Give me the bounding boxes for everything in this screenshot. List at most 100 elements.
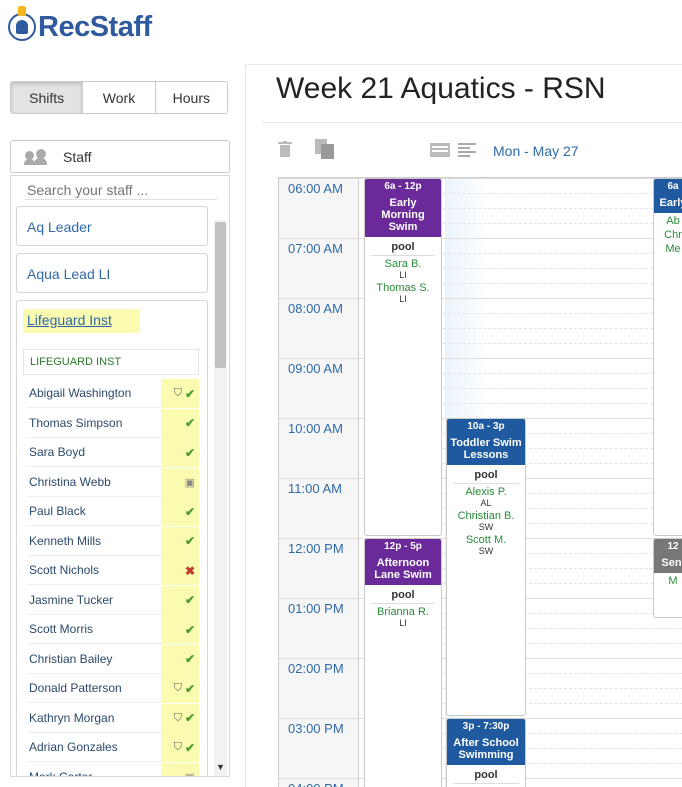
group-aqua-lead-li[interactable]: Aqua Lead LI — [16, 253, 208, 293]
staff-row[interactable]: Scott Nichols ✖ — [27, 556, 199, 585]
staff-row[interactable]: Kathryn Morgan ⛉ ✔ — [27, 703, 199, 733]
group-label: Aqua Lead LI — [27, 266, 111, 282]
time-label: 04:00 PM — [288, 781, 344, 787]
list-view-icon[interactable] — [430, 143, 450, 162]
people-icon — [24, 148, 47, 165]
staff-button[interactable]: Staff — [10, 140, 230, 173]
event-time: 10a - 3p — [447, 419, 525, 434]
status-cell: ▣ — [161, 467, 199, 497]
status-cell: ✔ — [161, 585, 199, 615]
search-input[interactable] — [25, 180, 217, 200]
staff-row[interactable]: Christian Bailey ✔ — [27, 644, 199, 674]
shift-event[interactable]: 3p - 7:30p After School Swimming pool — [446, 718, 526, 787]
staff-row[interactable]: Paul Black ✔ — [27, 497, 199, 526]
assigned-staff[interactable]: Christian B. — [447, 510, 525, 522]
hour-line — [279, 358, 682, 359]
quarter-hour-line — [443, 193, 682, 194]
assigned-staff[interactable]: Thomas S. — [365, 282, 441, 294]
shift-event[interactable]: 6aEarly Ab Chr Me — [653, 178, 682, 536]
staff-name: Jasmine Tucker — [29, 592, 114, 607]
calendar-icon: ▣ — [185, 771, 195, 777]
align-left-icon[interactable] — [458, 143, 478, 162]
staff-row[interactable]: Sara Boyd ✔ — [27, 438, 199, 467]
event-time: 12p - 5p — [365, 539, 441, 554]
event-location: pool — [371, 241, 435, 256]
staff-button-label: Staff — [63, 148, 92, 165]
tab-work[interactable]: Work — [83, 82, 156, 113]
date-label[interactable]: Mon - May 27 — [493, 143, 579, 159]
assigned-staff[interactable]: Ab — [654, 215, 682, 227]
event-name: Early Morning Swim — [365, 194, 441, 237]
half-hour-line — [443, 208, 682, 209]
group-header: LIFEGUARD INST — [23, 349, 199, 375]
staff-row[interactable]: Donald Patterson ⛉ ✔ — [27, 674, 199, 703]
status-cell: ✔ — [161, 526, 199, 556]
time-label: 02:00 PM — [288, 661, 344, 676]
event-name: After School Swimming — [447, 734, 525, 765]
shield-icon: ⛉ — [173, 387, 182, 399]
scrollbar-thumb[interactable] — [215, 222, 226, 368]
check-icon: ✔ — [184, 681, 195, 696]
calendar-icon: ▣ — [184, 476, 195, 489]
staff-name: Kathryn Morgan — [29, 710, 115, 725]
time-label: 09:00 AM — [288, 361, 343, 376]
staff-row[interactable]: Abigail Washington ⛉ ✔ — [27, 379, 199, 408]
assigned-staff[interactable]: Alexis P. — [447, 486, 525, 498]
half-hour-line — [443, 328, 682, 329]
event-time: 6a - 12p — [365, 179, 441, 194]
staff-name: Scott Morris — [29, 622, 94, 636]
staff-name: Mark Carter — [29, 769, 93, 777]
check-icon: ✔ — [184, 416, 195, 430]
staff-name: Paul Black — [29, 504, 86, 518]
staff-row[interactable]: Jasmine Tucker ✔ — [27, 585, 199, 615]
quarter-hour-line — [443, 223, 682, 224]
check-icon: ✔ — [184, 504, 195, 519]
app-logo: RecStaff — [8, 6, 152, 44]
check-icon: ✔ — [184, 622, 195, 637]
event-location: pool — [371, 589, 435, 604]
staff-row[interactable]: Kenneth Mills ✔ — [27, 526, 199, 556]
half-hour-line — [443, 388, 682, 389]
staff-row[interactable]: Christina Webb ▣ — [27, 467, 199, 497]
trash-icon[interactable] — [278, 141, 292, 163]
assigned-staff[interactable]: Scott M. — [447, 534, 525, 546]
time-label: 03:00 PM — [288, 721, 344, 736]
assigned-staff[interactable]: M — [654, 575, 682, 587]
staff-name: Thomas Simpson — [29, 415, 123, 430]
event-name: Early — [654, 194, 682, 213]
shield-icon: ⛉ — [173, 711, 182, 724]
copy-icon[interactable] — [315, 139, 335, 164]
half-hour-line — [443, 268, 682, 269]
check-icon: ✔ — [184, 711, 195, 725]
assigned-staff[interactable]: Chr — [654, 229, 682, 241]
event-name: Toddler Swim Lessons — [447, 434, 525, 465]
tab-hours[interactable]: Hours — [155, 82, 227, 113]
staff-row[interactable]: Adrian Gonzales ⛉ ✔ — [27, 733, 199, 762]
time-label: 08:00 AM — [288, 301, 343, 316]
staff-role: AL — [480, 498, 492, 508]
shift-event[interactable]: 10a - 3p Toddler Swim Lessons pool Alexis P… — [446, 418, 526, 716]
divider — [246, 64, 682, 65]
status-cell: ▣ — [161, 762, 199, 777]
check-icon: ✔ — [184, 593, 195, 607]
time-label: 06:00 AM — [288, 181, 343, 196]
assigned-staff[interactable]: Me — [654, 243, 682, 255]
staff-row[interactable]: Scott Morris ✔ — [27, 615, 199, 644]
tab-shifts[interactable]: Shifts — [11, 82, 84, 113]
scrollbar[interactable]: ▼ — [214, 220, 227, 776]
event-time: 12 — [654, 539, 682, 554]
scroll-down-icon[interactable]: ▼ — [216, 762, 225, 772]
logo-text: RecStaff — [38, 10, 152, 43]
assigned-staff[interactable]: Brianna R. — [365, 606, 441, 618]
group-aq-leader[interactable]: Aq Leader — [16, 206, 208, 246]
staff-row[interactable]: Mark Carter ▣ — [27, 762, 199, 777]
staff-role: SW — [478, 522, 494, 532]
shift-event[interactable]: 12p - 5p Afternoon Lane Swim pool Brianna R… — [364, 538, 442, 787]
shift-event[interactable]: 6a - 12p Early Morning Swim pool Sara B. LI T… — [364, 178, 442, 536]
staff-row[interactable]: Thomas Simpson ✔ — [27, 408, 199, 438]
group-label: Aq Leader — [27, 219, 92, 235]
shift-event[interactable]: 12Seni M — [653, 538, 682, 618]
assigned-staff[interactable]: Sara B. — [365, 258, 441, 270]
group-label[interactable]: Lifeguard Inst — [23, 309, 140, 333]
staff-name: Scott Nichols — [29, 563, 100, 577]
